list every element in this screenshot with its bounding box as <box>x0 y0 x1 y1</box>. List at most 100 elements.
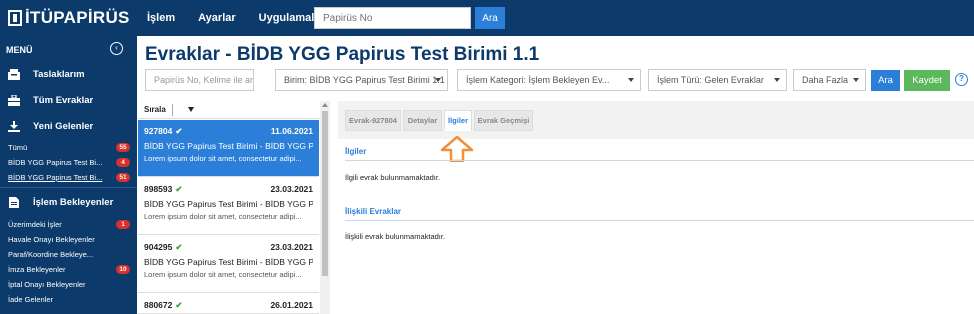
unit-select-value: Birim: BİDB YGG Papirus Test Birimi 1.1 <box>284 75 445 85</box>
app-logo[interactable]: İTÜPAPİRÜS <box>8 8 130 28</box>
nav-ayarlar[interactable]: Ayarlar <box>198 12 236 24</box>
logo-icon <box>8 10 22 26</box>
sort-label: Sırala <box>144 105 166 114</box>
sidebar-item-label: Taslaklarım <box>33 69 85 80</box>
sidebar-item-new-incoming[interactable]: Yeni Gelenler <box>8 121 93 132</box>
check-icon: ✔ <box>175 184 183 194</box>
scroll-up-icon[interactable] <box>322 103 328 107</box>
more-filters-select[interactable]: Daha Fazla <box>793 69 866 91</box>
tab-ilgiler[interactable]: İlgiler <box>444 110 472 131</box>
document-number: 927804 <box>144 126 173 136</box>
document-date: 11.06.2021 <box>270 126 313 136</box>
collapse-sidebar-icon[interactable]: ‹ <box>110 42 123 55</box>
document-title: BİDB YGG Papirus Test Birimi - BİDB YGG … <box>144 141 313 151</box>
sidebar-item-all-documents[interactable]: Tüm Evraklar <box>8 95 93 106</box>
help-icon[interactable]: ? <box>955 73 968 86</box>
sort-caret-icon[interactable] <box>187 107 194 112</box>
type-select-value: İşlem Türü: Gelen Evraklar <box>657 75 764 85</box>
document-date: 23.03.2021 <box>270 184 313 194</box>
sidebar-sub-label: BİDB YGG Papirus Test Bi... <box>8 158 103 167</box>
document-description: Lorem ipsum dolor sit amet, consectetur … <box>144 270 302 279</box>
sidebar-sub-item-my-tasks[interactable]: Üzerimdeki İşler 1 <box>8 220 130 229</box>
sidebar-sub-label: Tümü <box>8 143 28 152</box>
sidebar-sub-label: Paraf/Koordine Bekleye... <box>8 250 94 259</box>
unit-select[interactable]: Birim: BİDB YGG Papirus Test Birimi 1.1 <box>275 69 448 91</box>
tab-evrak[interactable]: Evrak-927804 <box>345 110 401 131</box>
scroll-thumb[interactable] <box>322 111 328 276</box>
document-list-item[interactable]: 927804 ✔ 11.06.2021 BİDB YGG Papirus Test… <box>138 120 319 177</box>
top-search-button[interactable]: Ara <box>475 7 505 29</box>
related-empty-text: İlgili evrak bulunmamaktadır. <box>345 173 441 182</box>
type-select[interactable]: İşlem Türü: Gelen Evraklar <box>648 69 787 91</box>
document-list-item[interactable]: 880672 ✔ 26.01.2021 <box>138 294 319 314</box>
header-divider <box>172 104 173 116</box>
sidebar-sub-item-transfer-approval[interactable]: Havale Onayı Bekleyenler <box>8 235 130 244</box>
document-date: 23.03.2021 <box>270 242 313 252</box>
chevron-down-icon <box>774 78 780 82</box>
sidebar-item-label: Yeni Gelenler <box>33 121 94 132</box>
keyword-search-placeholder: Papirüs No, Kelime ile ara <box>154 75 254 85</box>
drafts-icon <box>8 69 20 80</box>
more-filters-label: Daha Fazla <box>802 75 849 85</box>
sidebar-sub-item-all[interactable]: Tümü 55 <box>8 143 130 152</box>
document-title: BİDB YGG Papirus Test Birimi - BİDB YGG … <box>144 257 313 267</box>
sidebar-item-pending[interactable]: İşlem Bekleyenler <box>8 197 113 208</box>
document-title: BİDB YGG Papirus Test Birimi - BİDB YGG … <box>144 199 313 209</box>
chevron-down-icon <box>628 78 634 82</box>
check-icon: ✔ <box>175 126 183 136</box>
document-description: Lorem ipsum dolor sit amet, consectetur … <box>144 154 302 163</box>
sidebar-sub-item-cancel-approval[interactable]: İptal Onayı Bekleyenler <box>8 280 130 289</box>
sidebar-sub-label: İade Gelenler <box>8 295 54 304</box>
count-badge: 55 <box>116 143 130 152</box>
document-number: 898593 <box>144 184 173 194</box>
count-badge: 51 <box>116 173 130 182</box>
menu-heading: MENÜ <box>6 45 33 55</box>
sidebar-sub-item-signature[interactable]: İmza Bekleyenler 10 <box>8 265 130 274</box>
document-number: 904295 <box>144 242 173 252</box>
sidebar-sub-item-unit-1[interactable]: BİDB YGG Papirus Test Bi... 4 <box>8 158 130 167</box>
sidebar-sub-label: Üzerimdeki İşler <box>8 220 62 229</box>
list-sort-header[interactable]: Sırala <box>138 101 320 119</box>
sidebar-item-label: İşlem Bekleyenler <box>33 197 114 208</box>
nav-islem[interactable]: İşlem <box>147 12 175 24</box>
linked-empty-text: İlişkili evrak bulunmamaktadır. <box>345 232 446 241</box>
check-icon: ✔ <box>175 300 183 310</box>
download-icon <box>8 121 20 132</box>
sidebar-item-label: Tüm Evraklar <box>33 95 94 106</box>
filter-search-button[interactable]: Ara <box>871 70 900 91</box>
sidebar-sub-label: BİDB YGG Papirus Test Bi... <box>8 173 103 182</box>
sidebar-divider <box>0 187 137 188</box>
save-filter-button[interactable]: Kaydet <box>904 70 950 91</box>
document-icon <box>9 197 19 208</box>
chevron-down-icon <box>435 78 441 82</box>
sidebar-sub-item-paraf-koordine[interactable]: Paraf/Koordine Bekleye... <box>8 250 130 259</box>
linked-section-title: İlişkili Evraklar <box>345 207 402 216</box>
sidebar-sub-item-unit-2[interactable]: BİDB YGG Papirus Test Bi... 51 <box>8 173 130 182</box>
section-divider <box>345 160 974 161</box>
document-number: 880672 <box>144 300 173 310</box>
sidebar-sub-label: İmza Bekleyenler <box>8 265 66 274</box>
sidebar-item-drafts[interactable]: Taslaklarım <box>8 69 85 80</box>
document-description: Lorem ipsum dolor sit amet, consectetur … <box>144 212 302 221</box>
top-bar: İTÜPAPİRÜS İşlem Ayarlar Uygulamalar Ara <box>0 0 974 36</box>
document-list-item[interactable]: 904295 ✔ 23.03.2021 BİDB YGG Papirus Test… <box>138 236 319 293</box>
keyword-search-input[interactable]: Papirüs No, Kelime ile ara <box>145 69 254 91</box>
check-icon: ✔ <box>175 242 183 252</box>
sidebar-sub-item-returned[interactable]: İade Gelenler <box>8 295 130 304</box>
papirus-no-search-input[interactable] <box>314 7 471 29</box>
tab-history[interactable]: Evrak Geçmişi <box>474 110 533 131</box>
category-select-value: İşlem Kategori: İşlem Bekleyen Ev... <box>466 75 610 85</box>
sidebar-sub-label: Havale Onayı Bekleyenler <box>8 235 95 244</box>
document-list-item[interactable]: 898593 ✔ 23.03.2021 BİDB YGG Papirus Test… <box>138 178 319 235</box>
document-date: 26.01.2021 <box>270 300 313 310</box>
chevron-down-icon <box>853 78 859 82</box>
list-scrollbar[interactable] <box>320 101 330 314</box>
count-badge: 10 <box>116 265 130 274</box>
category-select[interactable]: İşlem Kategori: İşlem Bekleyen Ev... <box>457 69 641 91</box>
highlight-arrow-icon <box>440 136 474 162</box>
section-divider <box>345 220 974 221</box>
sidebar: MENÜ ‹ Taslaklarım Tüm Evraklar Yeni Gel… <box>0 36 137 314</box>
tab-details[interactable]: Detaylar <box>403 110 442 131</box>
briefcase-icon <box>8 95 20 106</box>
sidebar-sub-label: İptal Onayı Bekleyenler <box>8 280 86 289</box>
